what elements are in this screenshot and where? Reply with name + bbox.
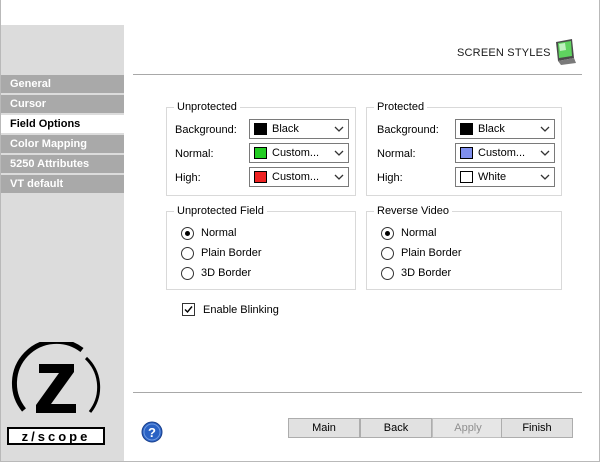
unprotected-field-group-title: Unprotected Field <box>174 205 267 218</box>
reverse-video-group-title: Reverse Video <box>374 205 452 218</box>
reverse-video-group: Reverse Video <box>366 205 562 290</box>
color-swatch <box>254 147 267 159</box>
back-button[interactable]: Back <box>360 418 432 438</box>
svg-text:?: ? <box>148 425 156 440</box>
protected-high-label: High: <box>377 172 403 184</box>
chevron-down-icon <box>334 150 344 156</box>
radio-button[interactable] <box>181 247 194 260</box>
chevron-down-icon <box>540 126 550 132</box>
sidebar-item-general[interactable]: General <box>1 75 124 93</box>
chevron-down-icon <box>334 126 344 132</box>
footer-divider <box>133 392 582 393</box>
enable-blinking-label: Enable Blinking <box>203 304 279 316</box>
finish-button[interactable]: Finish <box>501 418 573 438</box>
protected-normal-label: Normal: <box>377 148 416 160</box>
sidebar-item-5250-attributes[interactable]: 5250 Attributes <box>1 155 124 173</box>
color-swatch <box>254 123 267 135</box>
monitor-icon <box>556 39 576 65</box>
unprotected-normal-value: Custom... <box>272 147 320 159</box>
radio-label: Plain Border <box>201 247 262 259</box>
enable-blinking-checkbox[interactable] <box>182 303 195 316</box>
sidebar-item-color-mapping[interactable]: Color Mapping <box>1 135 124 153</box>
radio-button[interactable] <box>381 247 394 260</box>
checkmark-icon <box>184 306 193 314</box>
radio-button[interactable] <box>181 227 194 240</box>
protected-normal-value: Custom... <box>478 147 526 159</box>
radio-label: 3D Border <box>401 267 452 279</box>
chevron-down-icon <box>540 150 550 156</box>
unprotected-background-label: Background: <box>175 124 237 136</box>
radio-button[interactable] <box>381 267 394 280</box>
radio-label: Normal <box>401 227 437 239</box>
protected-high-value: White <box>478 171 507 183</box>
protected-group-title: Protected <box>374 101 428 114</box>
protected-background-label: Background: <box>377 124 439 136</box>
unprotected-background-select[interactable]: Black <box>249 119 349 139</box>
protected-high-select[interactable]: White <box>455 167 555 187</box>
radio-label: Normal <box>201 227 237 239</box>
sidebar-item-vt-default[interactable]: VT default <box>1 175 124 193</box>
unprotected-high-label: High: <box>175 172 201 184</box>
header-divider <box>133 74 582 75</box>
radio-button[interactable] <box>381 227 394 240</box>
page-title: SCREEN STYLES <box>457 47 551 59</box>
apply-button[interactable]: Apply <box>432 418 504 438</box>
main-button[interactable]: Main <box>288 418 360 438</box>
sidebar-item-field-options[interactable]: Field Options <box>1 115 124 133</box>
chevron-down-icon <box>540 174 550 180</box>
unprotected-high-value: Custom... <box>272 171 320 183</box>
sidebar-item-cursor[interactable]: Cursor <box>1 95 124 113</box>
radio-label: 3D Border <box>201 267 252 279</box>
zscope-logo: z/scope <box>7 342 105 445</box>
svg-text:z/scope: z/scope <box>22 429 91 444</box>
protected-background-value: Black <box>478 123 505 135</box>
color-swatch <box>460 171 473 183</box>
unprotected-background-value: Black <box>272 123 299 135</box>
color-swatch <box>460 147 473 159</box>
protected-background-select[interactable]: Black <box>455 119 555 139</box>
radio-button[interactable] <box>181 267 194 280</box>
help-icon[interactable]: ? <box>141 421 163 443</box>
color-swatch <box>254 171 267 183</box>
radio-label: Plain Border <box>401 247 462 259</box>
protected-normal-select[interactable]: Custom... <box>455 143 555 163</box>
unprotected-group-title: Unprotected <box>174 101 240 114</box>
color-swatch <box>460 123 473 135</box>
unprotected-normal-label: Normal: <box>175 148 214 160</box>
unprotected-normal-select[interactable]: Custom... <box>249 143 349 163</box>
unprotected-high-select[interactable]: Custom... <box>249 167 349 187</box>
chevron-down-icon <box>334 174 344 180</box>
